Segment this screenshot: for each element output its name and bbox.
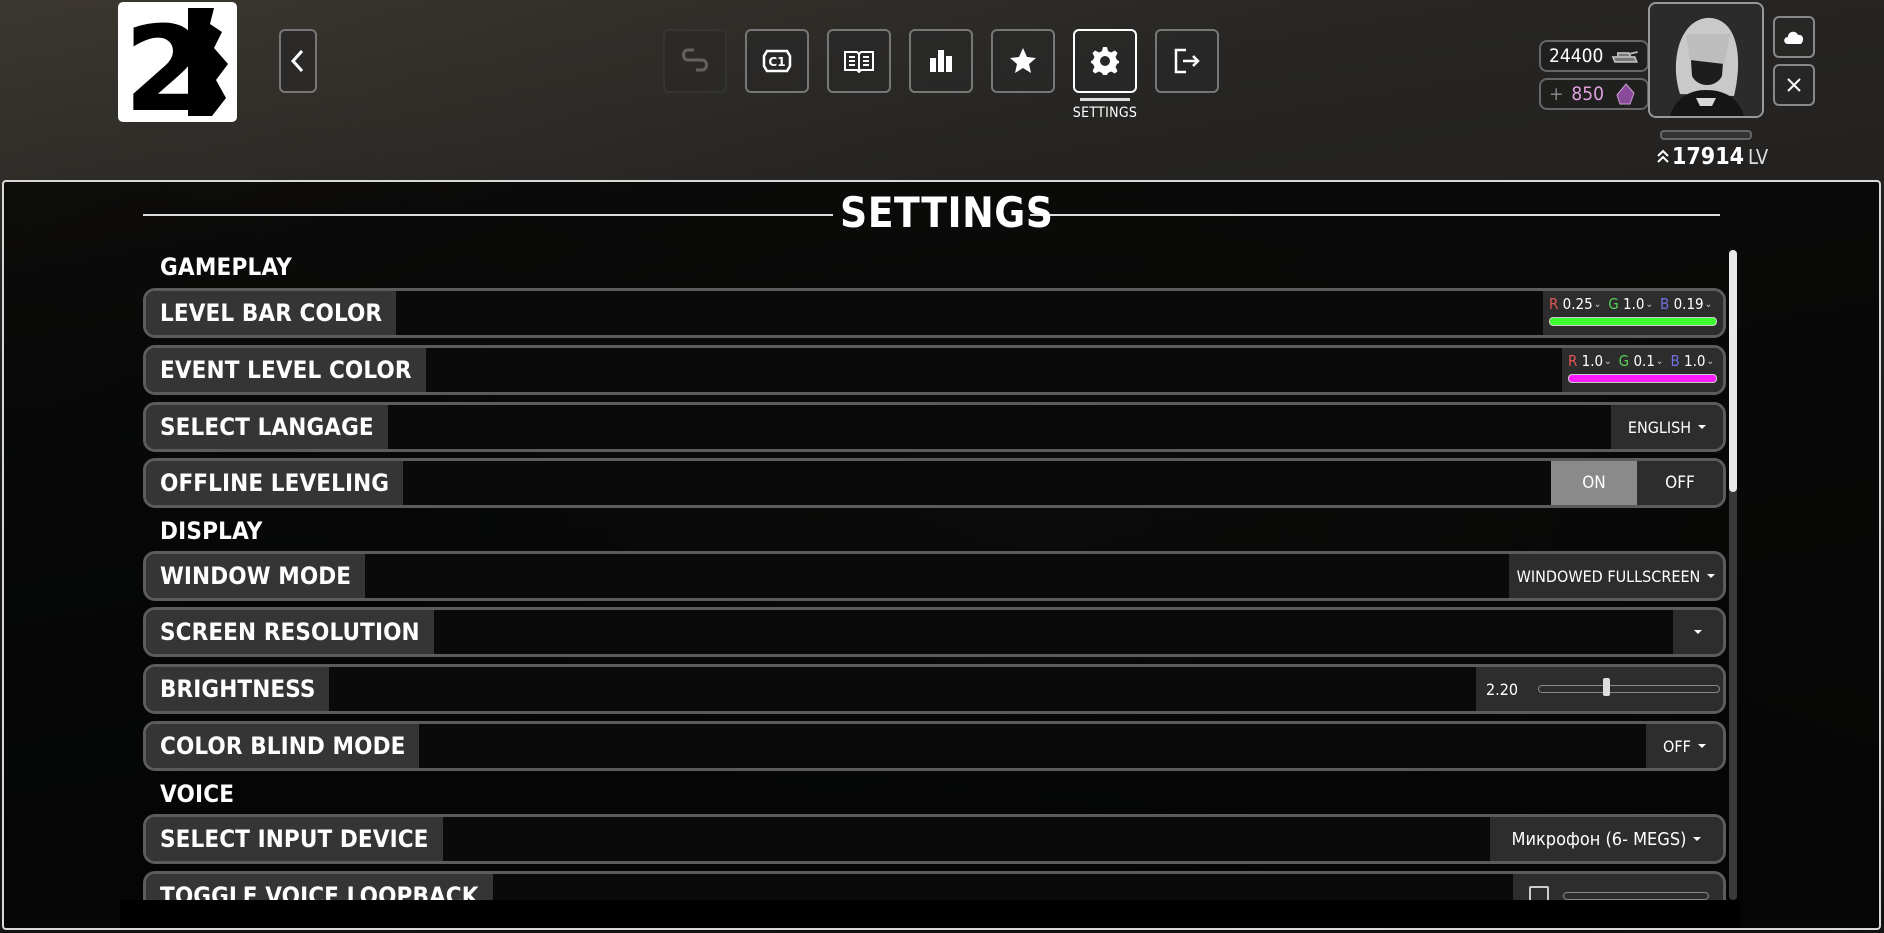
cloud-icon — [1784, 31, 1804, 44]
blue-value[interactable]: 0.19 — [1674, 295, 1704, 313]
nav-book-button[interactable] — [827, 29, 891, 93]
setting-color-blind-mode: COLOR BLIND MODE OFF — [143, 721, 1726, 771]
logout-icon — [1174, 48, 1200, 74]
color-swatch — [1568, 374, 1717, 383]
setting-label: SCREEN RESOLUTION — [146, 610, 434, 654]
currency-primary-value: 24400 — [1549, 45, 1604, 67]
caret-down-icon — [1697, 744, 1706, 748]
slider-track[interactable] — [1538, 678, 1720, 696]
toggle-on-button[interactable]: ON — [1551, 461, 1637, 505]
color-swatch — [1549, 317, 1717, 326]
setting-offline-leveling: OFFLINE LEVELING ON OFF — [143, 458, 1726, 508]
setting-brightness: BRIGHTNESS 2.20 — [143, 664, 1726, 714]
setting-label: OFFLINE LEVELING — [146, 461, 404, 505]
section-gameplay: GAMEPLAY — [160, 253, 292, 281]
player-level: 17914 LV — [1656, 144, 1768, 170]
level-unit: LV — [1748, 145, 1769, 169]
color-blind-dropdown[interactable]: OFF — [1646, 724, 1723, 768]
red-value[interactable]: 0.25 — [1563, 295, 1593, 313]
book-icon — [844, 51, 874, 74]
setting-label: COLOR BLIND MODE — [146, 724, 420, 768]
gear-icon — [1091, 47, 1119, 75]
setting-label: EVENT LEVEL COLOR — [146, 348, 426, 392]
setting-select-input-device: SELECT INPUT DEVICE Микрофон (6- MEGS) — [143, 814, 1726, 864]
caret-down-icon — [1694, 630, 1702, 634]
language-dropdown[interactable]: ENGLISH — [1611, 405, 1723, 449]
tank-icon — [1612, 51, 1639, 63]
rgb-picker[interactable]: R 1.0 ⌄ G 0.1 ⌄ B 1.0 ⌄ — [1562, 348, 1723, 392]
avatar-portrait-icon — [1650, 4, 1762, 116]
red-value[interactable]: 1.0 — [1582, 352, 1603, 370]
title-divider-right — [1030, 214, 1720, 216]
xp-bar — [1660, 130, 1752, 140]
title-divider-left — [143, 214, 833, 216]
chevron-left-icon — [290, 49, 304, 73]
double-chevron-up-icon — [1657, 149, 1669, 163]
setting-level-bar-color: LEVEL BAR COLOR R 0.25 ⌄ G 1.0 ⌄ B 0.19 ⌄ — [143, 288, 1726, 338]
player-avatar[interactable] — [1648, 2, 1764, 118]
scroll-clip — [120, 900, 1740, 928]
setting-label: SELECT LANGAGE — [146, 405, 388, 449]
caret-down-icon — [1693, 837, 1702, 841]
caret-down-icon — [1698, 425, 1707, 429]
blue-value[interactable]: 1.0 — [1684, 352, 1705, 370]
section-display: DISPLAY — [160, 517, 263, 545]
setting-label: BRIGHTNESS — [146, 667, 330, 711]
loopback-level-bar — [1563, 892, 1709, 900]
bar-chart-icon — [930, 50, 952, 72]
active-tab-indicator — [1080, 98, 1130, 101]
star-icon — [1010, 48, 1036, 73]
input-device-dropdown[interactable]: Микрофон (6- MEGS) — [1490, 817, 1723, 861]
caret-down-icon — [1707, 574, 1716, 578]
rgb-picker[interactable]: R 0.25 ⌄ G 1.0 ⌄ B 0.19 ⌄ — [1543, 291, 1723, 335]
currency-secondary: + 850 — [1539, 78, 1649, 110]
currency-secondary-value: 850 — [1571, 83, 1604, 105]
setting-window-mode: WINDOW MODE WINDOWED FULLSCREEN — [143, 551, 1726, 601]
slider-thumb[interactable] — [1602, 678, 1610, 696]
dropdown-value: OFF — [1663, 736, 1691, 756]
setting-label: LEVEL BAR COLOR — [146, 291, 397, 335]
brightness-slider[interactable]: 2.20 — [1476, 667, 1723, 711]
close-icon — [1787, 78, 1801, 92]
svg-text:C1: C1 — [768, 55, 785, 69]
currency-secondary-prefix: + — [1549, 83, 1564, 105]
cloud-button[interactable] — [1773, 16, 1815, 58]
active-tab-label: SETTINGS — [1072, 105, 1138, 121]
nav-logout-button[interactable] — [1155, 29, 1219, 93]
scrollbar-thumb[interactable] — [1729, 250, 1737, 492]
setting-event-level-color: EVENT LEVEL COLOR R 1.0 ⌄ G 0.1 ⌄ B 1.0 ⌄ — [143, 345, 1726, 395]
nav-link-button[interactable] — [663, 29, 727, 93]
dropdown-value: Микрофон (6- MEGS) — [1511, 828, 1687, 850]
section-voice: VOICE — [160, 780, 235, 808]
setting-label: SELECT INPUT DEVICE — [146, 817, 443, 861]
level-value: 17914 — [1672, 144, 1744, 170]
close-button[interactable] — [1773, 64, 1815, 106]
currency-primary: 24400 — [1539, 40, 1649, 72]
offline-leveling-toggle[interactable]: ON OFF — [1551, 461, 1723, 505]
setting-label: WINDOW MODE — [146, 554, 366, 598]
resolution-dropdown[interactable] — [1673, 610, 1723, 654]
setting-select-language: SELECT LANGAGE ENGLISH — [143, 402, 1726, 452]
game-logo: 2 — [118, 2, 237, 122]
green-value[interactable]: 0.1 — [1633, 352, 1654, 370]
link-icon — [682, 48, 708, 72]
nav-settings-button[interactable] — [1073, 29, 1137, 93]
c1-icon: C1 — [762, 49, 792, 73]
window-mode-dropdown[interactable]: WINDOWED FULLSCREEN — [1509, 554, 1723, 598]
nav-stats-button[interactable] — [909, 29, 973, 93]
dropdown-value: WINDOWED FULLSCREEN — [1516, 566, 1701, 586]
gem-icon — [1616, 83, 1635, 105]
dropdown-value: ENGLISH — [1627, 417, 1692, 437]
slider-value: 2.20 — [1486, 679, 1519, 699]
page-title: SETTINGS — [840, 188, 1054, 237]
setting-screen-resolution: SCREEN RESOLUTION — [143, 607, 1726, 657]
green-value[interactable]: 1.0 — [1623, 295, 1644, 313]
nav-favorites-button[interactable] — [991, 29, 1055, 93]
back-button[interactable] — [279, 29, 317, 93]
toggle-off-button[interactable]: OFF — [1637, 461, 1723, 505]
nav-c1-button[interactable]: C1 — [745, 29, 809, 93]
